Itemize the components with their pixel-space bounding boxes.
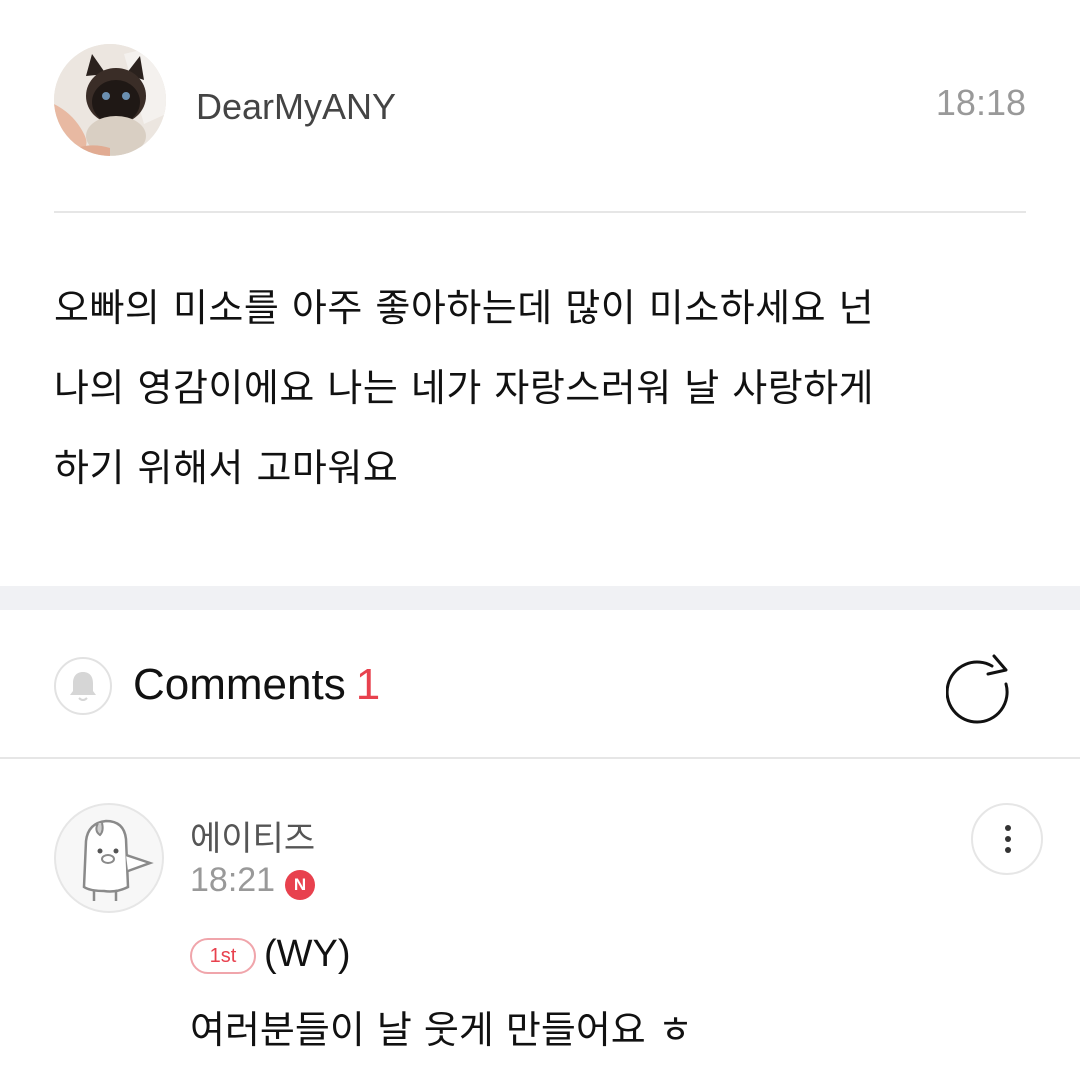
post-header: DearMyANY 18:18: [54, 44, 1026, 158]
comments-label: Comments: [133, 660, 346, 709]
comment-timestamp: 18:21: [190, 861, 276, 899]
character-avatar-icon: [82, 819, 154, 901]
comments-title: Comments 1: [133, 660, 380, 710]
post-body-line: 나의 영감이에요 나는 네가 자랑스러워 날 사랑하게: [54, 366, 875, 410]
bell-icon: [70, 672, 96, 701]
comment-tag: (WY): [264, 933, 351, 975]
comment-text: 여러분들이 날 웃게 만들어요 ㅎ: [190, 1008, 693, 1052]
new-badge: N: [285, 870, 315, 900]
comment-item: 에이티즈 18:21 N 1st (WY) 여러분들이 날 웃게 만들어요 ㅎ: [0, 759, 1080, 1090]
post-timestamp: 18:18: [935, 82, 1026, 123]
more-dot: [1005, 825, 1011, 831]
comment-author-name[interactable]: 에이티즈: [190, 811, 315, 860]
cat-photo-avatar-icon: [54, 44, 166, 156]
header-divider: [54, 211, 1026, 213]
more-dot: [1005, 847, 1011, 853]
comment-author-avatar[interactable]: [54, 803, 164, 913]
notification-bell-button[interactable]: [54, 657, 112, 715]
post-body-line: 하기 위해서 고마워요: [54, 446, 399, 490]
post-body-line: 오빠의 미소를 아주 좋아하는데 많이 미소하세요 넌: [54, 286, 875, 330]
refresh-icon: [945, 654, 1009, 724]
author-avatar[interactable]: [54, 44, 166, 156]
comments-header: Comments 1: [0, 610, 1080, 758]
comment-more-button[interactable]: [971, 803, 1043, 875]
section-separator: [0, 586, 1080, 610]
refresh-button[interactable]: [945, 654, 1022, 730]
more-dot: [1005, 836, 1011, 842]
rank-badge: 1st: [190, 938, 256, 974]
post-body: 오빠의 미소를 아주 좋아하는데 많이 미소하세요 넌 나의 영감이에요 나는 …: [54, 268, 1026, 508]
post-author-name[interactable]: DearMyANY: [196, 86, 396, 128]
comments-count: 1: [355, 660, 381, 709]
